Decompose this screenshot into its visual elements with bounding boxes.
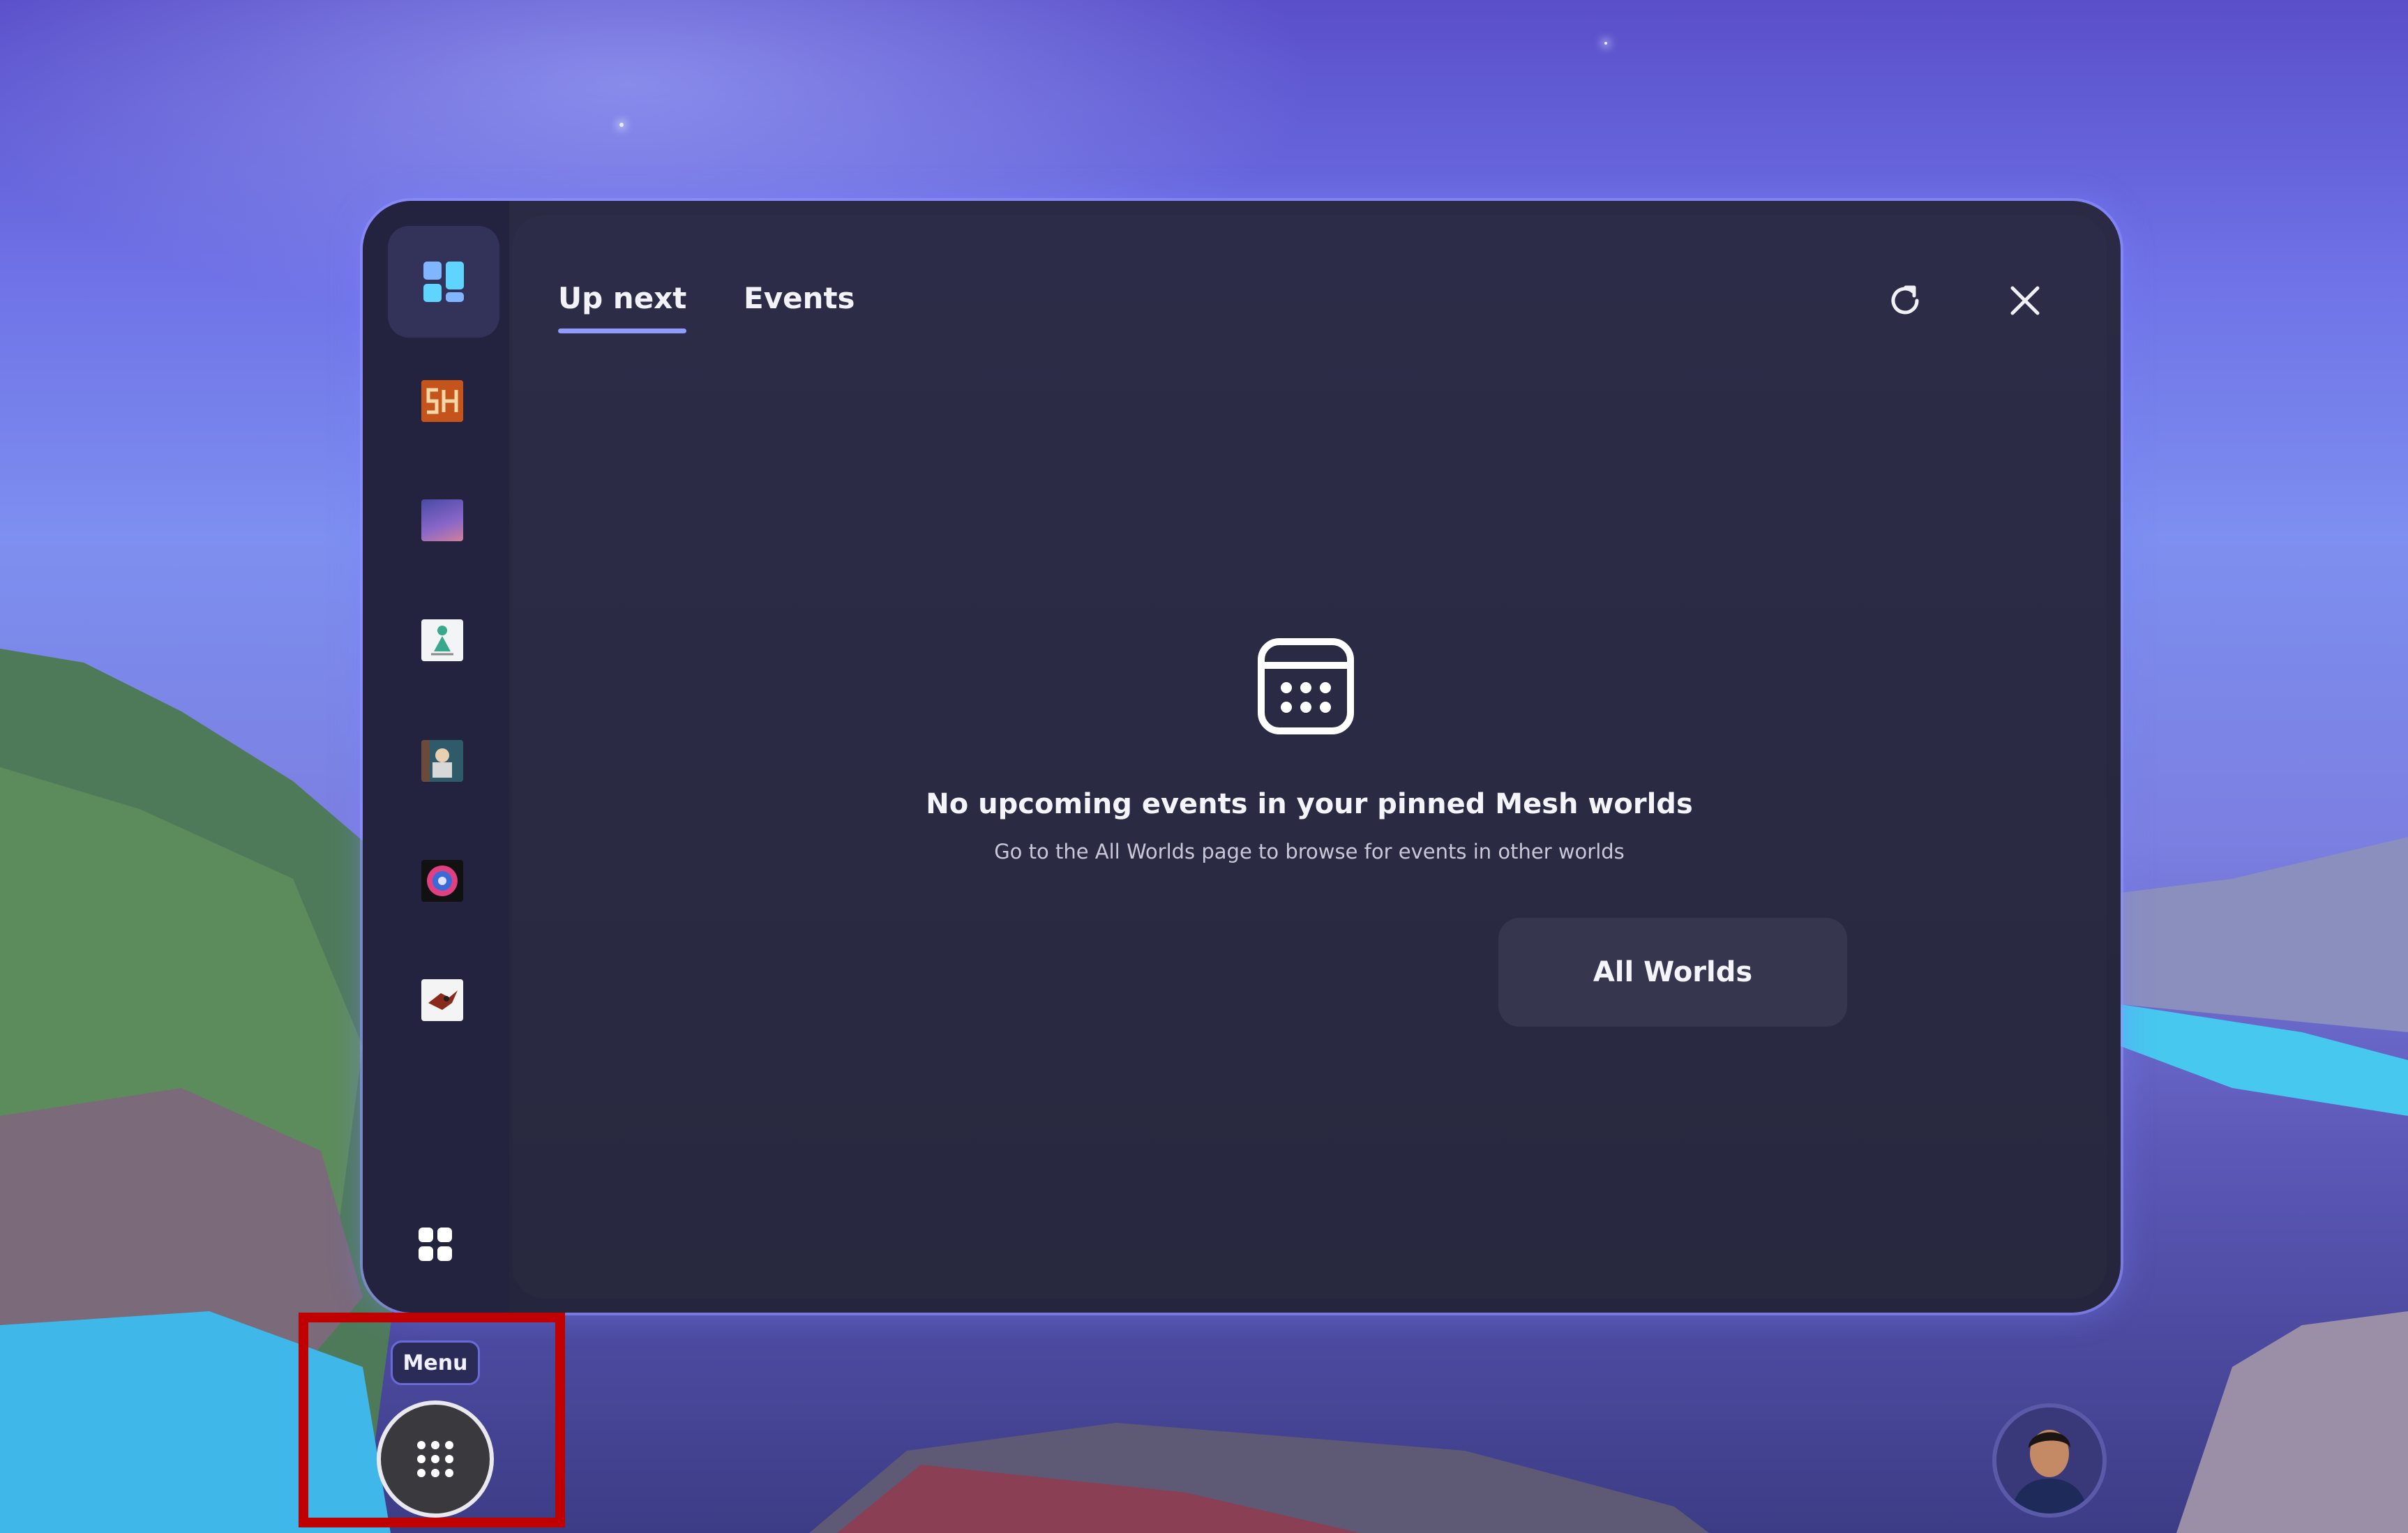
- bird-glyph-icon: [428, 990, 458, 1010]
- tab-events-label: Events: [744, 281, 855, 315]
- close-button[interactable]: [1994, 269, 2056, 332]
- world-figure-icon[interactable]: [421, 619, 463, 661]
- avatar-icon: [1996, 1407, 2102, 1513]
- circle-glyph-icon: [427, 866, 458, 896]
- refresh-icon: [1891, 285, 1919, 315]
- events-content: Up next Events No upcoming events in you…: [512, 215, 2107, 1299]
- sh-glyph-icon: [421, 380, 463, 422]
- world-sidebar: [363, 201, 509, 1313]
- figure-glyph-icon: [431, 626, 453, 656]
- world-gradient-icon[interactable]: [421, 499, 463, 541]
- photo-glyph-icon: [421, 740, 463, 782]
- menu-button[interactable]: [377, 1400, 494, 1518]
- all-worlds-label: All Worlds: [1593, 956, 1753, 988]
- all-worlds-button[interactable]: All Worlds: [1498, 918, 1847, 1027]
- refresh-button[interactable]: [1874, 269, 1936, 332]
- tab-up-next-label: Up next: [558, 281, 687, 315]
- world-photo-icon[interactable]: [421, 740, 463, 782]
- world-bird-icon[interactable]: [421, 979, 463, 1021]
- events-panel: Up next Events No upcoming events in you…: [363, 201, 2121, 1313]
- avatar[interactable]: [1992, 1403, 2107, 1518]
- grid-icon: [419, 1228, 452, 1261]
- calendar-icon: [1258, 638, 1354, 734]
- world-sh-icon[interactable]: [421, 380, 463, 422]
- tab-events[interactable]: Events: [744, 278, 855, 333]
- close-icon: [2010, 286, 2040, 315]
- home-dashboard-button[interactable]: [388, 226, 499, 338]
- background-scene: Up next Events No upcoming events in you…: [0, 0, 2408, 1533]
- empty-state-title: No upcoming events in your pinned Mesh w…: [926, 788, 1693, 820]
- dashboard-icon: [423, 262, 464, 302]
- tab-up-next[interactable]: Up next: [558, 278, 687, 333]
- menu-tooltip: Menu: [391, 1341, 480, 1385]
- world-circle-icon[interactable]: [421, 860, 463, 902]
- all-apps-button[interactable]: [379, 1188, 491, 1300]
- tab-selected-indicator: [558, 328, 687, 333]
- dots-grid-icon: [417, 1441, 453, 1477]
- empty-state-subtitle: Go to the All Worlds page to browse for …: [994, 840, 1625, 863]
